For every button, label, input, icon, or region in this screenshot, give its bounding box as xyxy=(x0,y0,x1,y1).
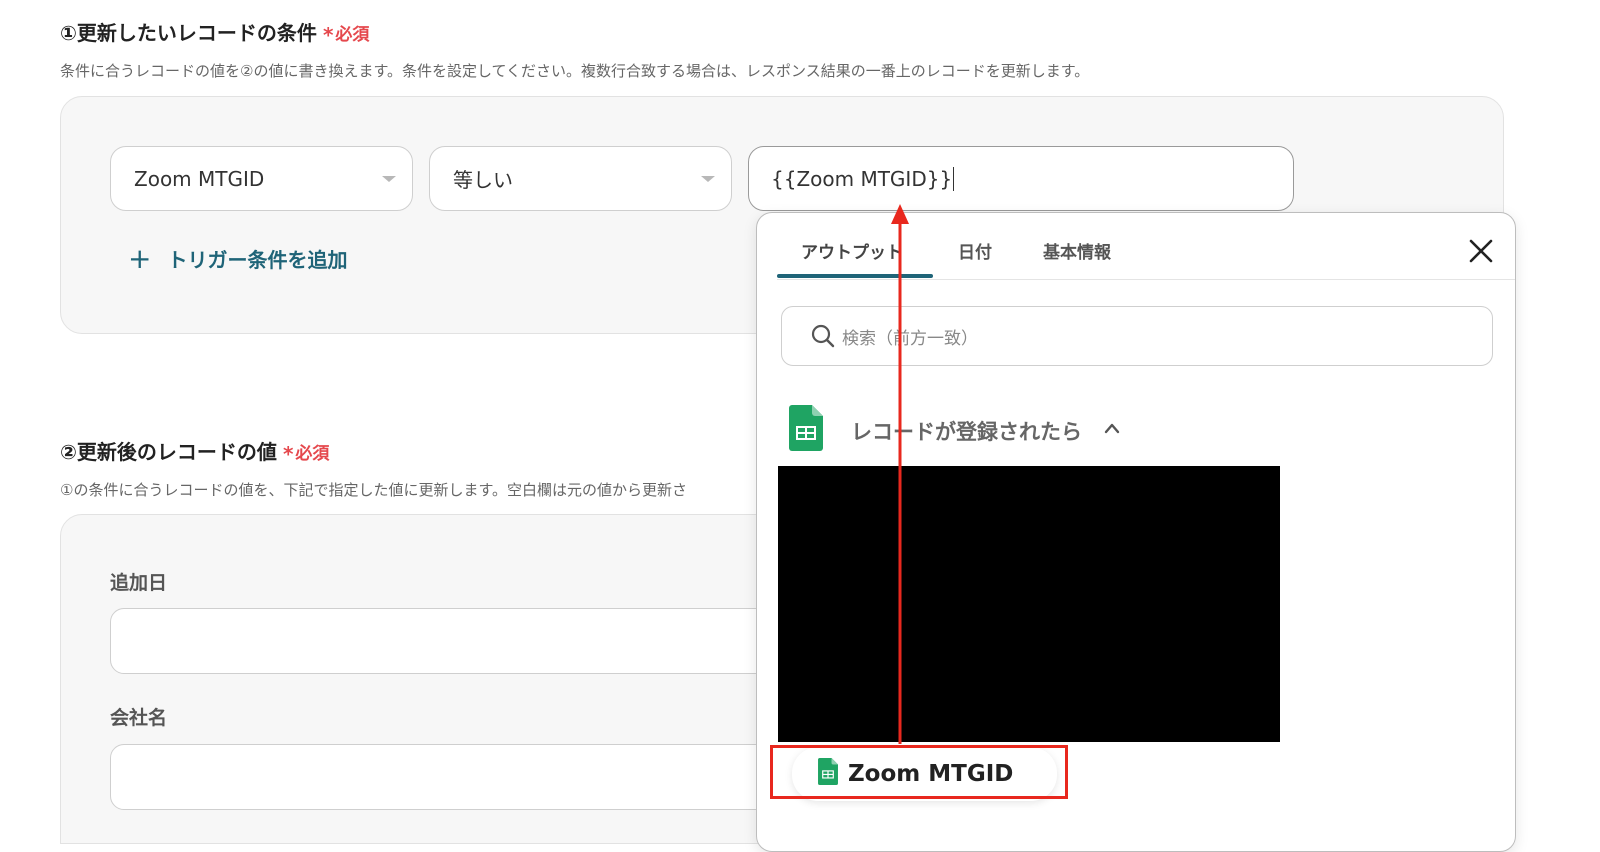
section1-title: ①更新したいレコードの条件 * 必須 xyxy=(60,17,369,47)
chevron-up-icon[interactable] xyxy=(1103,419,1121,437)
condition-field-select[interactable]: Zoom MTGID xyxy=(110,146,413,211)
chevron-down-icon xyxy=(701,175,715,182)
google-sheets-icon xyxy=(789,405,823,451)
text-cursor xyxy=(953,166,955,191)
redacted-area xyxy=(778,466,1280,742)
chevron-down-icon xyxy=(382,175,396,182)
arrow-up-icon xyxy=(891,204,909,744)
search-icon xyxy=(810,323,836,349)
add-condition-button[interactable]: + トリガー条件を追加 xyxy=(128,244,347,273)
tab-date[interactable]: 日付 xyxy=(958,238,992,263)
field-label-added-date: 追加日 xyxy=(110,572,168,594)
required-badge: * 必須 xyxy=(322,23,370,47)
condition-value-input[interactable]: {{Zoom MTGID}} xyxy=(748,146,1294,211)
section1-description: 条件に合うレコードの値を②の値に書き換えます。条件を設定してください。複数行合致… xyxy=(60,62,1090,80)
condition-operator-select[interactable]: 等しい xyxy=(429,146,732,211)
tab-basic-info[interactable]: 基本情報 xyxy=(1043,238,1111,263)
section2-title-text: ②更新後のレコードの値 xyxy=(60,440,277,464)
close-icon[interactable] xyxy=(1467,237,1495,265)
condition-operator-value: 等しい xyxy=(453,168,513,192)
section2-title: ②更新後のレコードの値 * 必須 xyxy=(60,436,329,466)
required-badge: * 必須 xyxy=(282,442,330,466)
highlight-box xyxy=(770,745,1068,799)
section2-description: ①の条件に合うレコードの値を、下記で指定した値に更新します。空白欄は元の値から更… xyxy=(60,481,687,499)
field-label-company-name: 会社名 xyxy=(110,707,168,729)
condition-field-value: Zoom MTGID xyxy=(134,166,265,191)
company-name-input[interactable] xyxy=(110,744,810,810)
condition-value-text: {{Zoom MTGID}} xyxy=(771,166,953,191)
plus-icon: + xyxy=(128,241,152,275)
added-date-input[interactable] xyxy=(110,608,810,674)
section1-title-text: ①更新したいレコードの条件 xyxy=(60,21,317,45)
add-condition-label: トリガー条件を追加 xyxy=(167,248,348,272)
